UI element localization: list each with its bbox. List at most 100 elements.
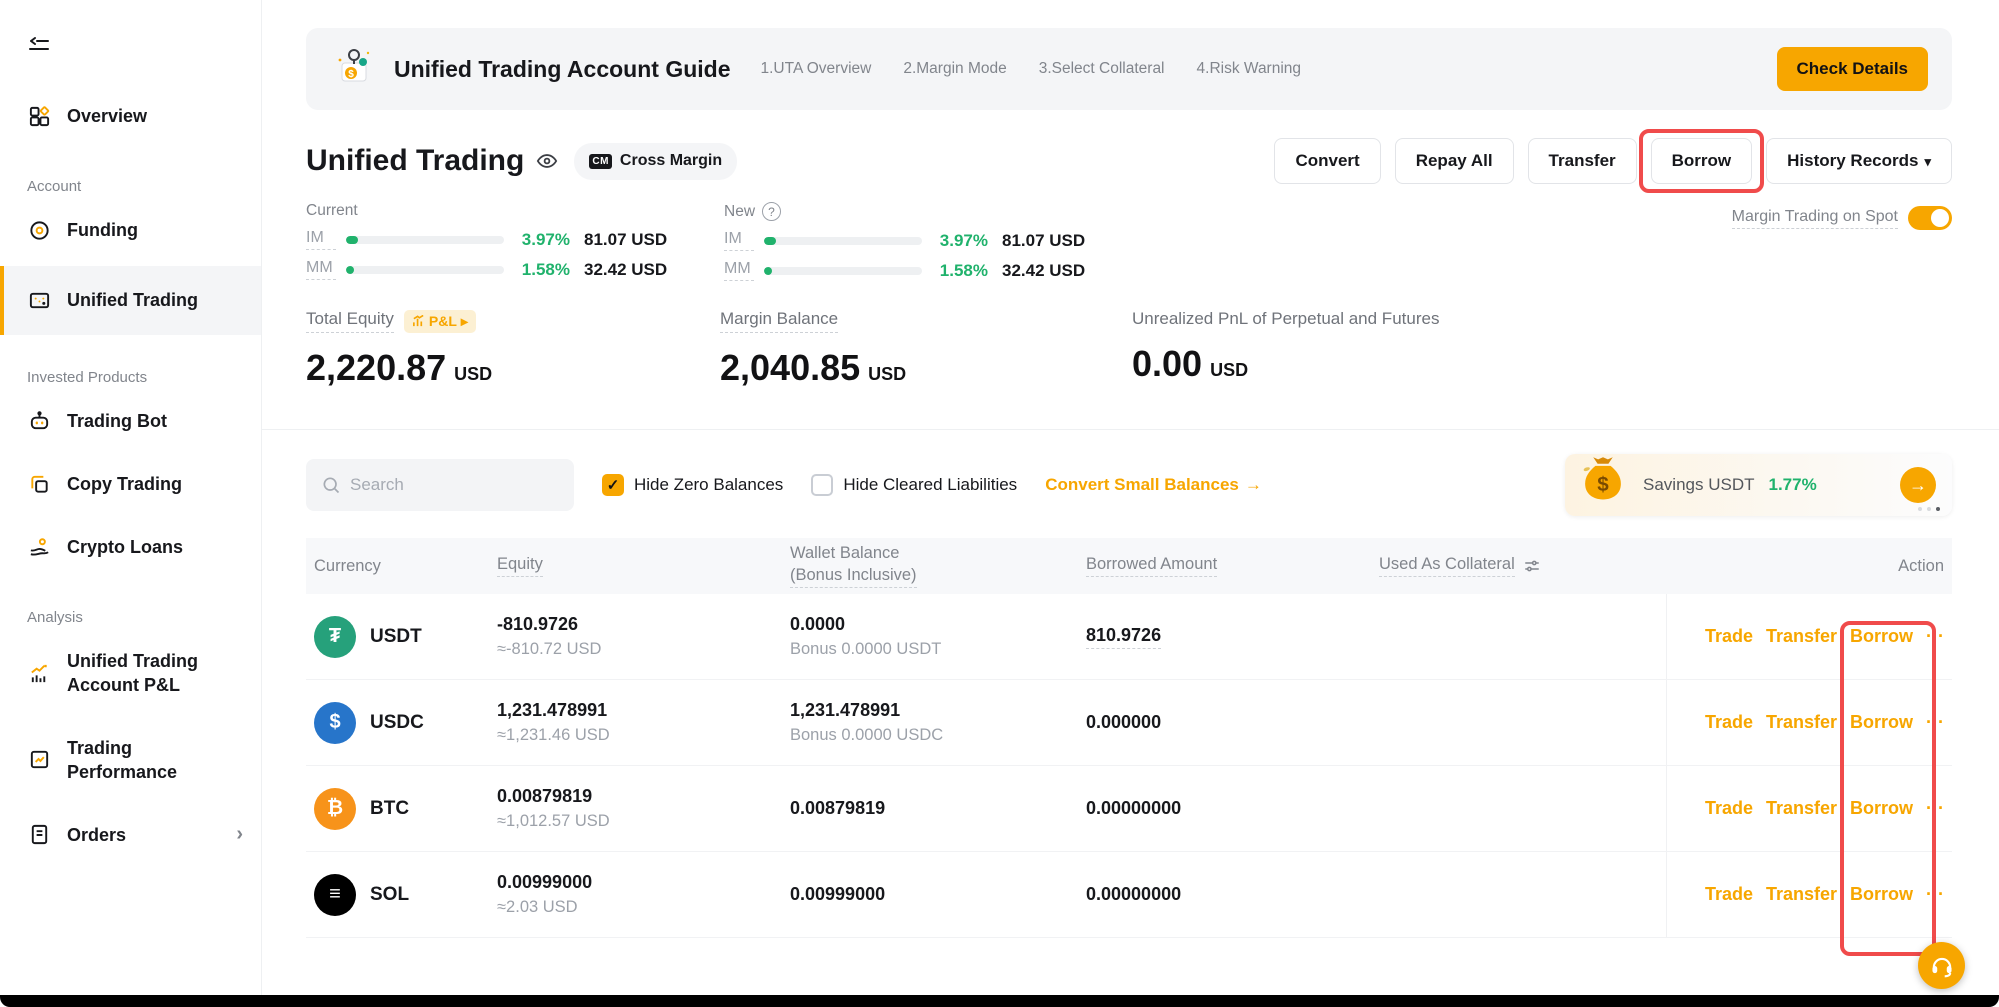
search-icon [321, 475, 341, 495]
eye-icon[interactable] [536, 150, 558, 172]
borrow-link[interactable]: Borrow [1850, 626, 1913, 647]
chevron-right-icon: › [236, 823, 243, 846]
headset-icon [1929, 953, 1955, 979]
col-used-as-collateral: Used As Collateral [1379, 555, 1666, 577]
more-actions-icon[interactable]: ··· [1926, 626, 1944, 647]
sidebar-item-label: Overview [67, 104, 147, 128]
upnl-label: Unrealized PnL of Perpetual and Futures [1132, 309, 1439, 329]
chevron-down-icon: ▾ [1924, 154, 1931, 169]
sidebar-item-unified-trading[interactable]: Unified Trading [0, 266, 261, 335]
filter-sliders-icon[interactable] [1523, 557, 1541, 575]
checkbox-unchecked-icon[interactable] [811, 474, 833, 496]
search-input[interactable] [306, 459, 574, 511]
sidebar-item-overview[interactable]: Overview [0, 89, 261, 144]
sidebar-item-copy-trading[interactable]: Copy Trading [0, 457, 261, 512]
hide-zero-balances-checkbox[interactable]: ✓ Hide Zero Balances [602, 474, 783, 496]
convert-small-balances-label: Convert Small Balances [1045, 475, 1239, 495]
uta-guide-banner: $ Unified Trading Account Guide 1.UTA Ov… [306, 28, 1952, 110]
transfer-link[interactable]: Transfer [1766, 626, 1837, 647]
savings-promo-card[interactable]: $ Savings USDT 1.77% → [1565, 454, 1952, 516]
upnl-block: Unrealized PnL of Perpetual and Futures … [1132, 309, 1439, 389]
im-label: IM [306, 229, 336, 250]
sidebar-item-trading-performance[interactable]: Trading Performance [0, 721, 261, 800]
transfer-link[interactable]: Transfer [1766, 884, 1837, 905]
transfer-button[interactable]: Transfer [1528, 138, 1637, 184]
im-percent: 3.97% [514, 230, 570, 250]
margin-balance-block: Margin Balance 2,040.85USD [720, 309, 1132, 389]
transfer-link[interactable]: Transfer [1766, 798, 1837, 819]
funding-icon [27, 218, 52, 243]
mm-percent: 1.58% [514, 260, 570, 280]
sidebar-item-uta-pnl[interactable]: Unified Trading Account P&L [0, 634, 261, 713]
currency-symbol: SOL [370, 884, 409, 906]
action-cell: Trade Transfer Borrow ··· [1666, 766, 1952, 851]
equity-cell: 1,231.478991 ≈1,231.46 USD [497, 700, 790, 745]
account-stats: Total Equity P&L ▸ 2,220.87USD Margin Ba… [306, 309, 1952, 389]
currency-unit: USD [868, 364, 906, 384]
hide-cleared-liabilities-checkbox[interactable]: Hide Cleared Liabilities [811, 474, 1017, 496]
guide-step-4: 4.Risk Warning [1197, 60, 1302, 78]
history-records-button[interactable]: History Records▾ [1766, 138, 1952, 184]
sidebar-section-analysis: Analysis [27, 609, 261, 626]
borrowed-amount-cell: 0.00000000 [1086, 884, 1379, 905]
page-title: Unified Trading [306, 144, 524, 178]
sidebar-collapse-icon[interactable] [27, 34, 261, 63]
im-usd: 81.07 USD [584, 230, 667, 250]
im-progress-bar [764, 237, 922, 245]
savings-label: Savings USDT [1643, 475, 1754, 495]
cm-icon: CM [589, 154, 612, 169]
more-actions-icon[interactable]: ··· [1926, 798, 1944, 819]
more-actions-icon[interactable]: ··· [1926, 884, 1944, 905]
borrowed-amount-cell: 810.9726 [1086, 625, 1379, 649]
trade-link[interactable]: Trade [1705, 712, 1753, 733]
check-details-button[interactable]: Check Details [1777, 47, 1929, 91]
sidebar-item-label: Funding [67, 218, 138, 242]
checkbox-checked-icon[interactable]: ✓ [602, 474, 624, 496]
wallet-balance-cell: 0.0000 Bonus 0.0000 USDT [790, 614, 1086, 659]
margin-mode-badge[interactable]: CM Cross Margin [574, 143, 737, 180]
trade-link[interactable]: Trade [1705, 626, 1753, 647]
table-row-btc: ₿ BTC 0.00879819 ≈1,012.57 USD 0.0087981… [306, 766, 1952, 852]
currency-symbol: USDC [370, 712, 424, 734]
im-percent: 3.97% [932, 231, 988, 251]
overview-icon [27, 104, 52, 129]
sidebar-item-funding[interactable]: Funding [0, 203, 261, 258]
sidebar-item-label: Unified Trading Account P&L [67, 649, 239, 698]
trade-link[interactable]: Trade [1705, 884, 1753, 905]
mm-percent: 1.58% [932, 261, 988, 281]
mm-usd: 32.42 USD [584, 260, 667, 280]
sidebar-item-orders[interactable]: Orders › [0, 807, 261, 862]
borrow-link[interactable]: Borrow [1850, 884, 1913, 905]
borrow-link[interactable]: Borrow [1850, 712, 1913, 733]
usdc-coin-icon: $ [314, 702, 356, 744]
wallet-balance-cell: 0.00999000 [790, 884, 1086, 905]
total-equity-value: 2,220.87 [306, 347, 446, 388]
currency-unit: USD [454, 364, 492, 384]
pnl-badge[interactable]: P&L ▸ [404, 310, 476, 333]
spot-margin-toggle[interactable] [1908, 206, 1952, 230]
margin-balance-label: Margin Balance [720, 309, 838, 333]
hide-cleared-liabilities-label: Hide Cleared Liabilities [843, 475, 1017, 495]
pnl-badge-label: P&L [429, 313, 457, 329]
sidebar-item-trading-bot[interactable]: Trading Bot [0, 394, 261, 449]
borrowed-amount-cell: 0.000000 [1086, 712, 1379, 733]
guide-step-1: 1.UTA Overview [761, 60, 872, 78]
sidebar-item-crypto-loans[interactable]: Crypto Loans [0, 520, 261, 575]
guide-title: Unified Trading Account Guide [394, 56, 731, 83]
question-icon[interactable]: ? [762, 202, 781, 221]
support-headset-button[interactable] [1918, 942, 1965, 989]
convert-button[interactable]: Convert [1274, 138, 1380, 184]
borrow-link[interactable]: Borrow [1850, 798, 1913, 819]
convert-small-balances-link[interactable]: Convert Small Balances → [1045, 475, 1262, 495]
trade-link[interactable]: Trade [1705, 798, 1753, 819]
sidebar-item-label: Trading Performance [67, 736, 239, 785]
new-label: New [724, 203, 755, 221]
mm-progress-bar [346, 266, 504, 274]
savings-go-button[interactable]: → [1900, 467, 1936, 503]
repay-all-button[interactable]: Repay All [1395, 138, 1514, 184]
table-row-sol: ≡ SOL 0.00999000 ≈2.03 USD 0.00999000 0.… [306, 852, 1952, 938]
more-actions-icon[interactable]: ··· [1926, 712, 1944, 733]
transfer-link[interactable]: Transfer [1766, 712, 1837, 733]
borrow-button[interactable]: Borrow [1651, 138, 1753, 184]
sidebar-section-account: Account [27, 178, 261, 195]
